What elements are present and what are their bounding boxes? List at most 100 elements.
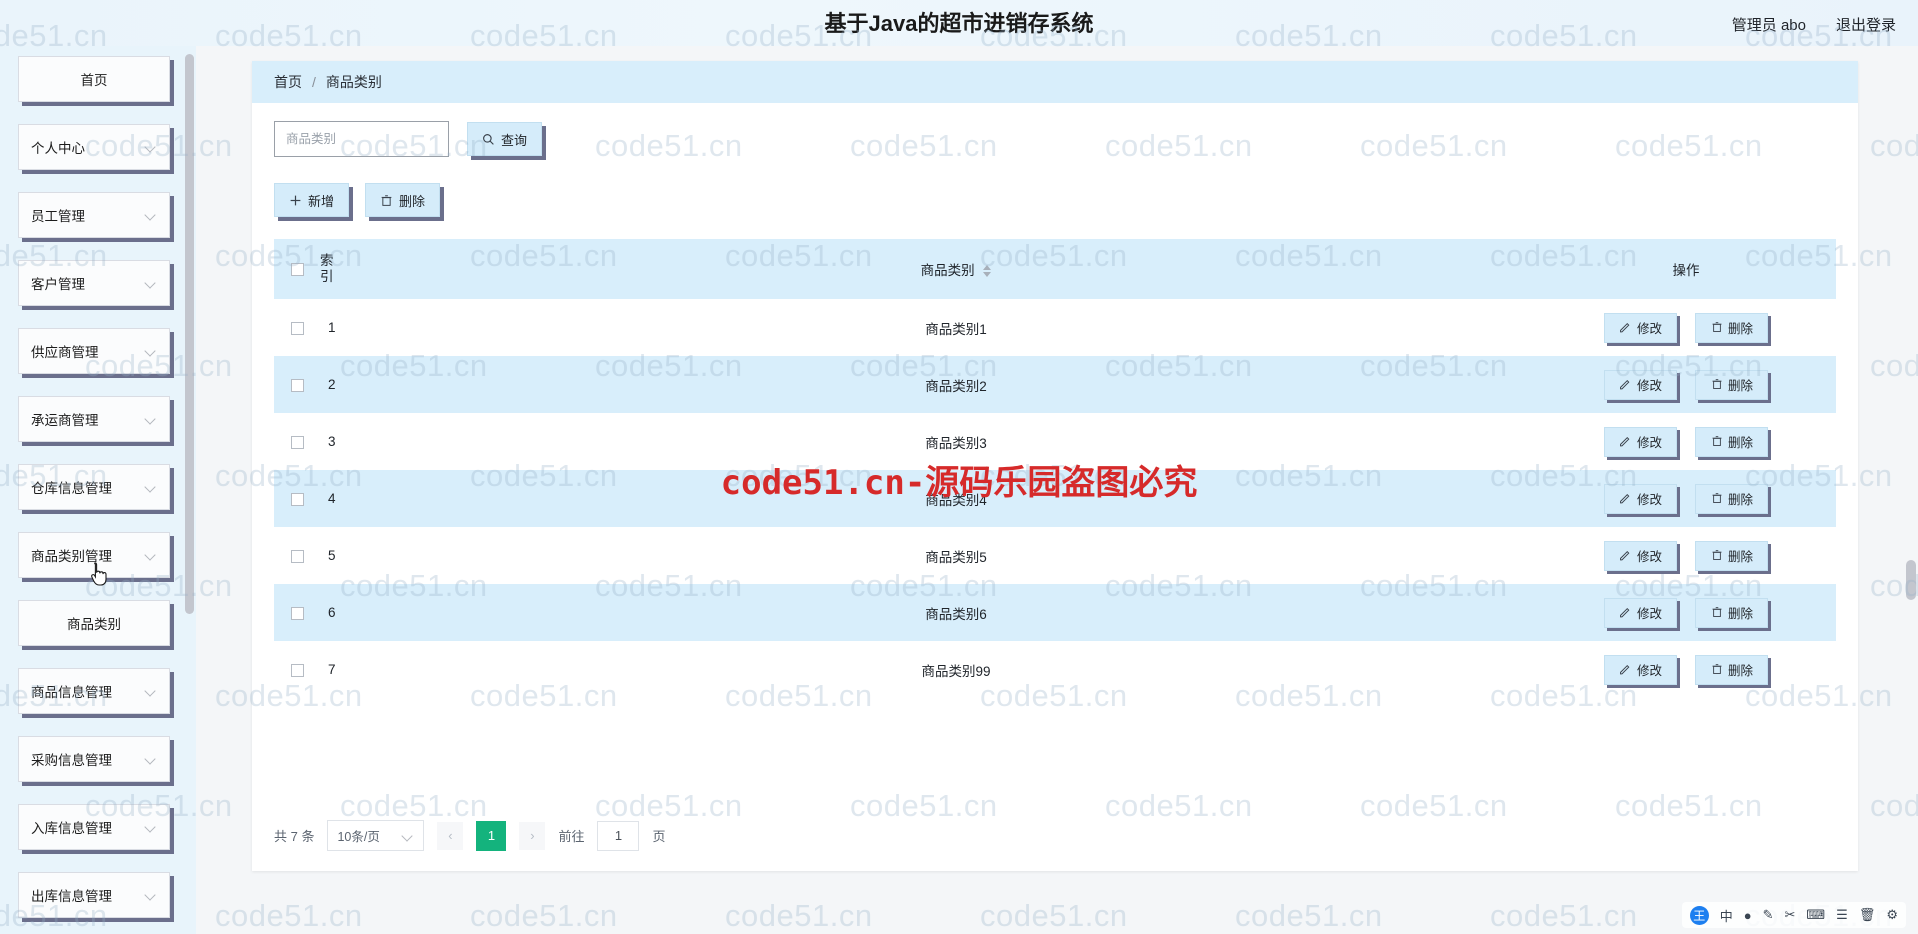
row-edit-button[interactable]: 修改	[1603, 483, 1677, 514]
ime-settings-icon[interactable]: ⚙	[1886, 907, 1898, 923]
row-edit-label: 修改	[1636, 550, 1662, 564]
ime-dot-icon[interactable]: ●	[1744, 908, 1752, 923]
sidebar[interactable]: 首页 个人中心 员工管理 客户管理 供应商管理 承运商管理 仓库信息管理 商品类别管理 商品类别…	[0, 46, 196, 934]
pencil-icon	[1619, 663, 1632, 676]
table-row[interactable]: 3 商品类别3 修改 删除	[274, 413, 1836, 470]
row-checkbox[interactable]	[290, 378, 304, 392]
query-button[interactable]: 查询	[467, 122, 543, 156]
chevron-down-icon	[145, 685, 157, 697]
pagination: 共 7 条 10条/页 ‹ 1 › 前往 页	[274, 820, 666, 851]
row-delete-label: 删除	[1728, 664, 1754, 678]
ime-keyboard-icon[interactable]: ⌨	[1806, 907, 1825, 923]
prev-page-button[interactable]: ‹	[437, 821, 464, 850]
next-page-button[interactable]: ›	[519, 821, 546, 850]
header-user-area: 管理员 abo 退出登录	[1732, 14, 1896, 35]
row-select-cell	[274, 641, 320, 698]
row-edit-button[interactable]: 修改	[1603, 597, 1677, 628]
sidebar-item-1[interactable]: 首页	[18, 56, 170, 102]
trash-icon	[1710, 321, 1723, 334]
select-all-checkbox[interactable]	[290, 263, 304, 277]
sidebar-item-label: 客户管理	[31, 277, 85, 292]
row-edit-button[interactable]: 修改	[1603, 312, 1677, 343]
table-row[interactable]: 4 商品类别4 修改 删除	[274, 470, 1836, 527]
ime-scissors-icon[interactable]: ✂	[1785, 907, 1796, 923]
sidebar-item-4[interactable]: 客户管理	[18, 260, 170, 306]
chevron-down-icon	[145, 481, 157, 493]
row-edit-label: 修改	[1636, 664, 1662, 678]
breadcrumb-separator: /	[312, 74, 316, 90]
row-edit-button[interactable]: 修改	[1603, 426, 1677, 457]
goto-page-input[interactable]	[597, 820, 640, 851]
row-index-cell: 4	[328, 491, 336, 506]
add-button[interactable]: 新增	[274, 183, 350, 217]
ime-pencil-icon[interactable]: ✎	[1763, 907, 1774, 923]
page-unit-label: 页	[652, 829, 666, 844]
row-index-cell: 3	[328, 434, 336, 449]
row-delete-label: 删除	[1728, 550, 1754, 564]
row-delete-button[interactable]: 删除	[1695, 540, 1769, 571]
sidebar-item-10[interactable]: 商品信息管理	[18, 668, 170, 714]
row-edit-button[interactable]: 修改	[1603, 369, 1677, 400]
row-edit-button[interactable]: 修改	[1603, 654, 1677, 685]
search-icon	[482, 133, 495, 146]
row-delete-button[interactable]: 删除	[1695, 483, 1769, 514]
row-checkbox[interactable]	[290, 549, 304, 563]
row-delete-button[interactable]: 删除	[1695, 426, 1769, 457]
row-index-cell: 6	[328, 605, 336, 620]
sidebar-item-6[interactable]: 承运商管理	[18, 396, 170, 442]
page-size-label: 10条/页	[337, 830, 380, 844]
row-edit-label: 修改	[1636, 607, 1662, 621]
row-checkbox[interactable]	[290, 321, 304, 335]
row-edit-label: 修改	[1636, 379, 1662, 393]
mouse-cursor	[88, 561, 110, 592]
ime-trash-icon[interactable]: 🗑	[1859, 907, 1876, 923]
ime-menu-icon[interactable]: ☰	[1836, 907, 1848, 923]
sidebar-item-label: 商品信息管理	[31, 685, 112, 700]
table-row[interactable]: 7 商品类别99 修改 删除	[274, 641, 1836, 698]
ime-toolbar[interactable]: 王 中 ● ✎ ✂ ⌨ ☰ 🗑 ⚙	[1681, 902, 1906, 928]
row-delete-label: 删除	[1728, 436, 1754, 450]
chevron-down-icon	[145, 753, 157, 765]
sidebar-item-13[interactable]: 出库信息管理	[18, 872, 170, 918]
sidebar-item-11[interactable]: 采购信息管理	[18, 736, 170, 782]
sort-icon[interactable]	[983, 265, 992, 278]
table-row[interactable]: 2 商品类别2 修改 删除	[274, 356, 1836, 413]
chevron-down-icon	[145, 345, 157, 357]
table-row[interactable]: 1 商品类别1 修改 删除	[274, 299, 1836, 356]
sidebar-item-12[interactable]: 入库信息管理	[18, 804, 170, 850]
page-size-select[interactable]: 10条/页	[327, 820, 425, 851]
search-input[interactable]	[274, 121, 449, 157]
sidebar-item-5[interactable]: 供应商管理	[18, 328, 170, 374]
sidebar-item-2[interactable]: 个人中心	[18, 124, 170, 170]
table-row[interactable]: 6 商品类别6 修改 删除	[274, 584, 1836, 641]
page-1-button[interactable]: 1	[476, 820, 507, 851]
batch-delete-button[interactable]: 删除	[365, 183, 441, 217]
page-scrollbar[interactable]	[1906, 560, 1916, 600]
row-delete-button[interactable]: 删除	[1695, 597, 1769, 628]
row-delete-button[interactable]: 删除	[1695, 654, 1769, 685]
ime-mode-button[interactable]: 中	[1720, 906, 1733, 925]
row-delete-button[interactable]: 删除	[1695, 369, 1769, 400]
row-checkbox[interactable]	[290, 663, 304, 677]
name-column-header[interactable]: 商品类别	[376, 239, 1536, 299]
search-row: 查询	[274, 121, 1836, 157]
sidebar-item-7[interactable]: 仓库信息管理	[18, 464, 170, 510]
logout-button[interactable]: 退出登录	[1836, 14, 1896, 35]
sidebar-item-label: 出库信息管理	[31, 889, 112, 904]
row-delete-button[interactable]: 删除	[1695, 312, 1769, 343]
breadcrumb-home[interactable]: 首页	[274, 72, 302, 92]
row-checkbox[interactable]	[290, 606, 304, 620]
row-checkbox[interactable]	[290, 435, 304, 449]
chevron-down-icon	[145, 889, 157, 901]
row-checkbox[interactable]	[290, 492, 304, 506]
row-ops-cell: 修改 删除	[1536, 356, 1836, 413]
row-index-cell: 2	[328, 377, 336, 392]
table-row[interactable]: 5 商品类别5 修改 删除	[274, 527, 1836, 584]
row-edit-label: 修改	[1636, 322, 1662, 336]
sidebar-scrollbar[interactable]	[185, 54, 194, 614]
sidebar-item-9[interactable]: 商品类别	[18, 600, 170, 646]
row-ops-cell: 修改 删除	[1536, 641, 1836, 698]
sidebar-item-3[interactable]: 员工管理	[18, 192, 170, 238]
row-edit-button[interactable]: 修改	[1603, 540, 1677, 571]
row-ops-cell: 修改 删除	[1536, 299, 1836, 356]
